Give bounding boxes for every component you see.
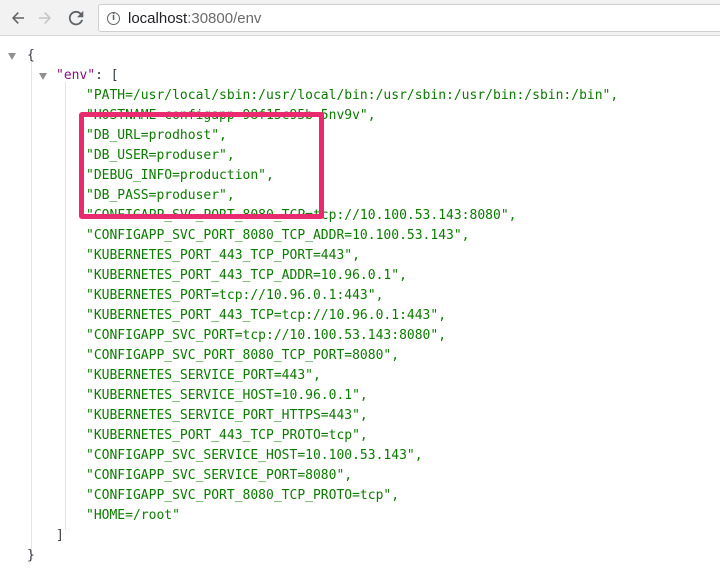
env-entry: "KUBERNETES_PORT_443_TCP=tcp://10.96.0.1…	[86, 308, 447, 323]
env-entry: "KUBERNETES_PORT_443_TCP_ADDR=10.96.0.1"…	[86, 268, 407, 283]
env-entry: "KUBERNETES_PORT_443_TCP_PROTO=tcp",	[86, 428, 368, 443]
env-entry: "CONFIGAPP_SVC_SERVICE_HOST=10.100.53.14…	[86, 448, 423, 463]
env-entry: "HOME=/root"	[86, 508, 180, 523]
env-entry: "CONFIGAPP_SVC_PORT=tcp://10.100.53.143:…	[86, 328, 447, 343]
env-entry: "KUBERNETES_PORT=tcp://10.96.0.1:443",	[86, 288, 384, 303]
highlight-annotation-box	[79, 112, 324, 219]
url-host: localhost	[128, 9, 188, 27]
tree-guide-root	[31, 62, 32, 560]
url-text[interactable]: localhost:30800/env	[128, 10, 261, 27]
address-bar[interactable]: i localhost:30800/env	[98, 4, 720, 32]
browser-toolbar: i localhost:30800/env	[0, 0, 720, 36]
collapse-env-icon[interactable]	[39, 73, 47, 80]
env-entry: "CONFIGAPP_SVC_SERVICE_PORT=8080",	[86, 468, 353, 483]
close-bracket: ]	[56, 528, 64, 543]
back-arrow-icon[interactable]	[6, 6, 30, 30]
url-port-path: :30800/env	[187, 9, 262, 27]
env-entry: "CONFIGAPP_SVC_PORT_8080_TCP_ADDR=10.100…	[86, 228, 470, 243]
close-brace: }	[27, 548, 35, 563]
env-entry: "CONFIGAPP_SVC_PORT_8080_TCP_PROTO=tcp",	[86, 488, 400, 503]
env-entry: "CONFIGAPP_SVC_PORT_8080_TCP_PORT=8080",	[86, 348, 400, 363]
env-key-line: "env": [	[56, 66, 119, 86]
tree-guide-env	[65, 82, 66, 530]
info-icon[interactable]: i	[107, 11, 120, 25]
env-entry: "KUBERNETES_PORT_443_TCP_PORT=443",	[86, 248, 360, 263]
env-key: "env"	[56, 68, 96, 83]
env-entry: "KUBERNETES_SERVICE_HOST=10.96.0.1",	[86, 388, 368, 403]
reload-icon[interactable]	[64, 6, 88, 30]
env-entry: "PATH=/usr/local/sbin:/usr/local/bin:/us…	[86, 88, 619, 103]
collapse-root-icon[interactable]	[8, 53, 16, 60]
env-separator: : [	[95, 68, 119, 83]
env-entry: "KUBERNETES_SERVICE_PORT=443",	[86, 368, 321, 383]
open-brace: {	[27, 48, 35, 63]
env-entry: "KUBERNETES_SERVICE_PORT_HTTPS=443",	[86, 408, 368, 423]
forward-arrow-icon[interactable]	[33, 6, 57, 30]
